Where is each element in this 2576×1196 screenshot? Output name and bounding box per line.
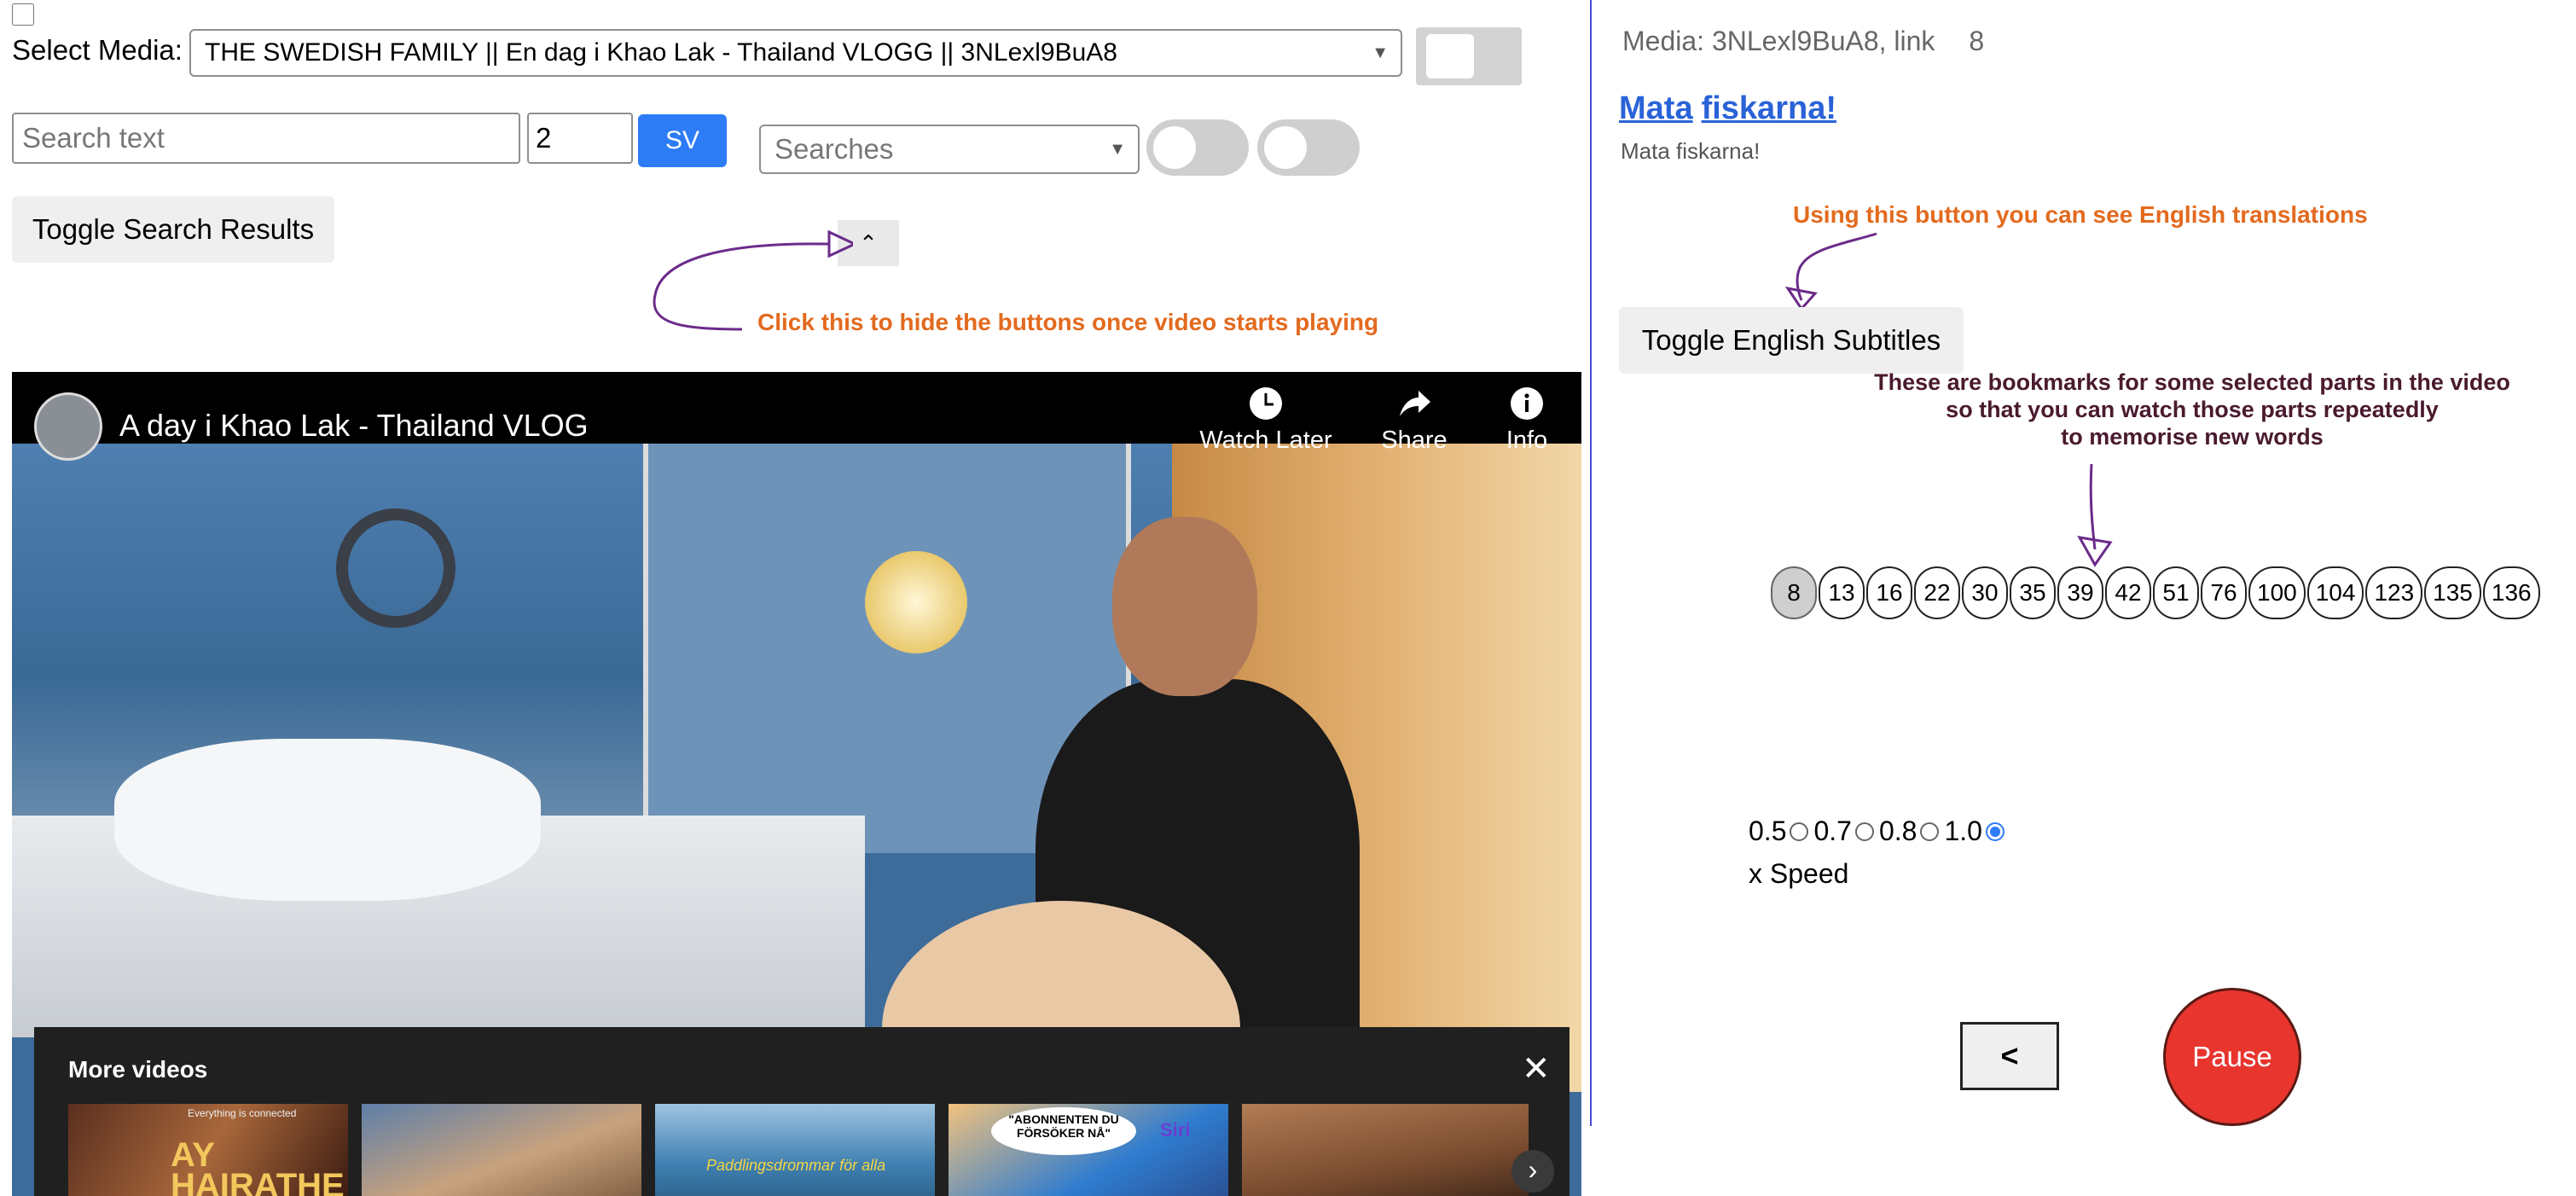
media-count: 8 xyxy=(1969,26,1985,56)
bookmarks-hint: These are bookmarks for some selected pa… xyxy=(1868,369,2516,450)
video-scene-porthole xyxy=(865,551,967,653)
speed-radio[interactable] xyxy=(1985,822,2005,841)
hint-arrow-icon xyxy=(2077,463,2113,567)
bookmark-button[interactable]: 104 xyxy=(2306,566,2364,619)
thumbnail-caption: Everything is connected xyxy=(188,1107,297,1119)
info-button[interactable]: Info xyxy=(1484,386,1569,455)
speed-option-label: 0.5 xyxy=(1749,816,1787,846)
thumbnail-caption: Paddlingsdrommar för alla xyxy=(706,1157,886,1174)
video-title[interactable]: A day i Khao Lak - Thailand VLOG xyxy=(119,408,589,444)
word-link[interactable]: Mata xyxy=(1619,90,1693,126)
toggle-knob xyxy=(1153,126,1196,169)
thumbnail-siri-label: Siri xyxy=(1160,1119,1191,1141)
bookmark-button[interactable]: 13 xyxy=(1819,566,1865,619)
speed-radio[interactable] xyxy=(1920,822,1940,841)
toggle-switch-a[interactable] xyxy=(1146,119,1249,176)
toggle-switch-b[interactable] xyxy=(1257,119,1360,176)
chevron-right-icon[interactable]: › xyxy=(1511,1150,1554,1193)
bookmark-button[interactable]: 8 xyxy=(1771,566,1817,619)
bookmark-button[interactable]: 136 xyxy=(2482,566,2540,619)
toggle-english-subtitles-button[interactable]: Toggle English Subtitles xyxy=(1619,307,1964,374)
close-icon[interactable]: ✕ xyxy=(1522,1049,1551,1089)
bookmark-button[interactable]: 123 xyxy=(2365,566,2423,619)
clock-icon xyxy=(1250,387,1282,420)
toggle-knob xyxy=(1426,34,1474,78)
bookmark-button[interactable]: 16 xyxy=(1866,566,1912,619)
toggle-search-results-button[interactable]: Toggle Search Results xyxy=(12,196,334,263)
select-media-label: Select Media: xyxy=(12,34,183,66)
video-scene-wheel xyxy=(336,508,455,628)
thumbnail-caption: "ABONNENTEN DU FÖRSÖKER NÅ" xyxy=(991,1107,1136,1155)
media-info: Media: 3NLexl9BuA8, link 8 xyxy=(1622,26,1984,57)
sentence-plain-text: Mata fiskarna! xyxy=(1621,138,1761,164)
top-checkbox[interactable] xyxy=(12,3,34,26)
bookmarks-hint-line: These are bookmarks for some selected pa… xyxy=(1874,369,2510,395)
speed-option[interactable]: 0.7 xyxy=(1813,816,1874,847)
bookmarks-hint-line: so that you can watch those parts repeat… xyxy=(1946,397,2439,422)
sv-search-button[interactable]: SV xyxy=(638,114,727,167)
video-thumbnail[interactable] xyxy=(1242,1104,1529,1196)
speed-option-label: 0.7 xyxy=(1813,816,1852,846)
speed-option[interactable]: 0.5 xyxy=(1749,816,1809,847)
speed-option-label: 0.8 xyxy=(1878,816,1917,846)
media-select-value: THE SWEDISH FAMILY || En dag i Khao Lak … xyxy=(205,38,1117,67)
result-count-input[interactable] xyxy=(527,113,633,164)
speed-radio[interactable] xyxy=(1854,822,1874,841)
toggle-knob xyxy=(1264,126,1307,169)
speed-option[interactable]: 1.0 xyxy=(1944,816,2005,847)
bookmarks-hint-line: to memorise new words xyxy=(2061,424,2324,450)
pane-divider xyxy=(1590,0,1592,1126)
hint-arrow-icon xyxy=(1784,232,1877,311)
watch-later-label: Watch Later xyxy=(1199,427,1332,454)
bookmark-list: 8 13 16 22 30 35 39 42 51 76 100 104 123 135 136 xyxy=(1771,566,2540,619)
media-select[interactable]: THE SWEDISH FAMILY || En dag i Khao Lak … xyxy=(189,29,1402,77)
speed-option-label: 1.0 xyxy=(1944,816,1982,846)
bookmark-button[interactable]: 135 xyxy=(2424,566,2481,619)
more-videos-panel: More videos ✕ Everything is connected AY… xyxy=(34,1027,1569,1196)
video-thumbnail[interactable] xyxy=(362,1104,641,1196)
speed-selector: 0.5 0.7 0.8 1.0 xyxy=(1749,816,2010,847)
bookmark-button[interactable]: 76 xyxy=(2201,566,2247,619)
share-icon xyxy=(1400,391,1430,416)
word-link[interactable]: fiskarna! xyxy=(1702,90,1836,126)
speed-option[interactable]: 0.8 xyxy=(1878,816,1940,847)
info-label: Info xyxy=(1506,427,1548,454)
bookmark-button[interactable]: 51 xyxy=(2153,566,2199,619)
share-label: Share xyxy=(1381,427,1448,454)
hide-buttons-hint: Click this to hide the buttons once vide… xyxy=(757,309,1379,335)
channel-avatar[interactable] xyxy=(34,392,102,461)
video-thumbnail[interactable]: Everything is connected AY HAIRATHE xyxy=(68,1104,348,1196)
more-videos-title: More videos xyxy=(68,1056,208,1083)
bookmark-button[interactable]: 22 xyxy=(1914,566,1960,619)
media-toggle-switch[interactable] xyxy=(1416,27,1522,85)
info-icon xyxy=(1511,387,1543,420)
chevron-down-icon: ▼ xyxy=(1109,140,1126,159)
chevron-down-icon: ▼ xyxy=(1372,44,1389,62)
video-scene-face xyxy=(1112,517,1257,696)
media-info-text: Media: 3NLexl9BuA8, link xyxy=(1622,26,1935,56)
searches-placeholder: Searches xyxy=(775,133,894,165)
video-thumbnail[interactable]: "ABONNENTEN DU FÖRSÖKER NÅ" Siri xyxy=(949,1104,1228,1196)
video-thumbnail[interactable]: Paddlingsdrommar för alla xyxy=(655,1104,935,1196)
speed-label: x Speed xyxy=(1749,858,1849,889)
bookmark-button[interactable]: 100 xyxy=(2248,566,2306,619)
pause-button[interactable]: Pause xyxy=(2163,988,2301,1126)
share-button[interactable]: Share xyxy=(1363,386,1465,455)
bookmark-button[interactable]: 35 xyxy=(2010,566,2056,619)
video-player[interactable]: A day i Khao Lak - Thailand VLOG Watch L… xyxy=(12,372,1581,1196)
search-input[interactable] xyxy=(12,113,520,164)
searches-select[interactable]: Searches ▼ xyxy=(759,125,1140,174)
sentence-words: Mata fiskarna! xyxy=(1619,90,1845,127)
bookmark-button[interactable]: 42 xyxy=(2105,566,2151,619)
watch-later-button[interactable]: Watch Later xyxy=(1198,386,1334,455)
speed-radio[interactable] xyxy=(1790,822,1809,841)
previous-button[interactable]: < xyxy=(1960,1022,2059,1090)
bookmark-button[interactable]: 30 xyxy=(1962,566,2008,619)
video-scene-pillow xyxy=(114,739,541,901)
english-translation-hint: Using this button you can see English tr… xyxy=(1793,201,2368,228)
bookmark-button[interactable]: 39 xyxy=(2057,566,2103,619)
thumbnail-title: AY HAIRATHE xyxy=(171,1136,345,1196)
